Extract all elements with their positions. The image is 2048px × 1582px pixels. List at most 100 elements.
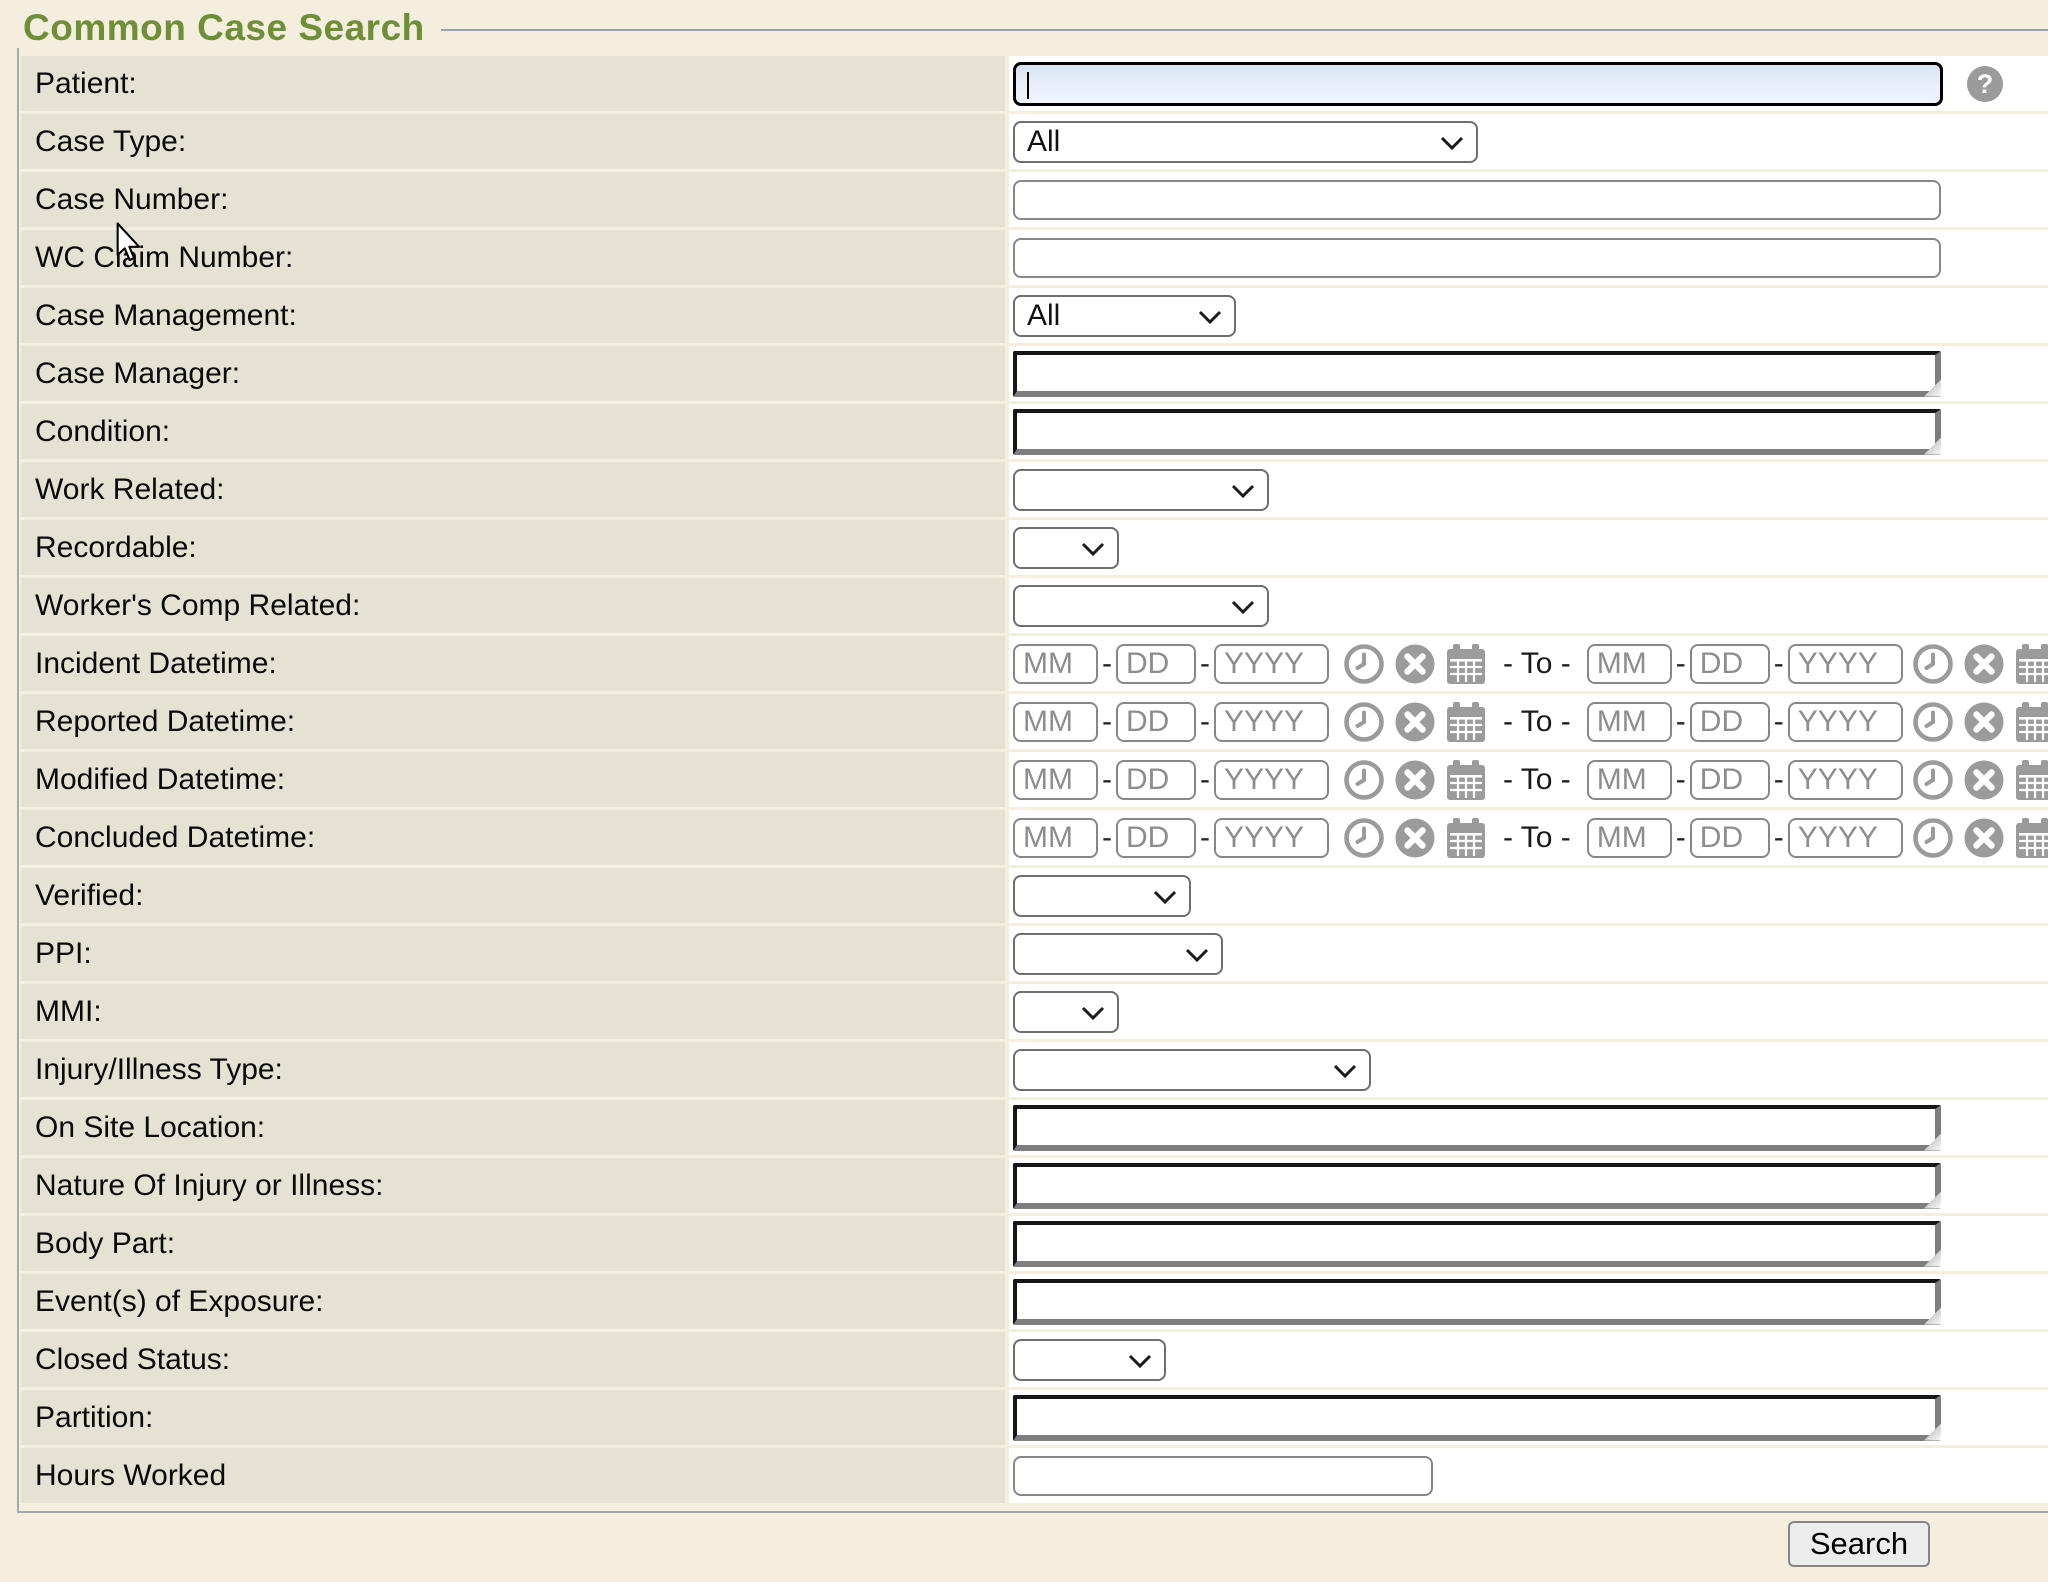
patient-input-field[interactable] <box>1016 65 1940 103</box>
reported-to-dd-input[interactable] <box>1690 702 1770 742</box>
closed-status-select[interactable] <box>1013 1339 1166 1381</box>
body-part-label: Body Part: <box>21 1216 1005 1271</box>
date-range-to-label: - To - <box>1503 821 1571 855</box>
reported-to-calendar-icon[interactable] <box>2014 701 2048 743</box>
concluded-from-mm-input[interactable] <box>1013 818 1098 858</box>
partition-input[interactable] <box>1013 1395 1941 1441</box>
partition-label: Partition: <box>21 1390 1005 1445</box>
workers-comp-related-select[interactable] <box>1013 585 1269 627</box>
reported-from-clear-icon[interactable] <box>1394 701 1436 743</box>
incident-from-dd-input[interactable] <box>1116 644 1196 684</box>
concluded-from-yyyy-input[interactable] <box>1214 818 1329 858</box>
date-range-to-label: - To - <box>1503 705 1571 739</box>
search-form-table: Patient: ? Case Type: All Case Number: W… <box>21 56 2048 1503</box>
reported-from-calendar-icon[interactable] <box>1445 701 1487 743</box>
reported-to-clear-icon[interactable] <box>1963 701 2005 743</box>
field-row-concluded-datetime: Concluded Datetime: - - - To - - - <box>21 810 2048 865</box>
reported-to-mm-input[interactable] <box>1587 702 1672 742</box>
work-related-select[interactable] <box>1013 469 1269 511</box>
modified-from-dd-input[interactable] <box>1116 760 1196 800</box>
body-part-input[interactable] <box>1013 1221 1941 1267</box>
modified-from-calendar-icon[interactable] <box>1445 759 1487 801</box>
reported-datetime-label: Reported Datetime: <box>21 694 1005 749</box>
patient-input[interactable] <box>1013 62 1943 106</box>
case-management-select[interactable]: All <box>1013 295 1236 337</box>
partition-input-field[interactable] <box>1017 1399 1935 1435</box>
modified-to-clear-icon[interactable] <box>1963 759 2005 801</box>
events-of-exposure-input-field[interactable] <box>1017 1283 1935 1319</box>
modified-from-time-icon[interactable] <box>1343 759 1385 801</box>
concluded-to-time-icon[interactable] <box>1912 817 1954 859</box>
ppi-label: PPI: <box>21 926 1005 981</box>
case-number-input[interactable] <box>1013 180 1941 220</box>
reported-from-mm-input[interactable] <box>1013 702 1098 742</box>
modified-to-calendar-icon[interactable] <box>2014 759 2048 801</box>
nature-of-injury-input-field[interactable] <box>1017 1167 1935 1203</box>
case-type-select[interactable]: All <box>1013 121 1478 163</box>
concluded-from-dd-input[interactable] <box>1116 818 1196 858</box>
injury-illness-type-select[interactable] <box>1013 1049 1371 1091</box>
concluded-to-clear-icon[interactable] <box>1963 817 2005 859</box>
common-case-search-panel: Patient: ? Case Type: All Case Number: W… <box>17 48 2048 1513</box>
ppi-select[interactable] <box>1013 933 1223 975</box>
concluded-to-calendar-icon[interactable] <box>2014 817 2048 859</box>
on-site-location-input[interactable] <box>1013 1105 1941 1151</box>
incident-to-clear-icon[interactable] <box>1963 643 2005 685</box>
help-icon[interactable]: ? <box>1967 66 2003 102</box>
modified-from-clear-icon[interactable] <box>1394 759 1436 801</box>
incident-to-yyyy-input[interactable] <box>1788 644 1903 684</box>
date-separator: - <box>1774 763 1784 797</box>
condition-input[interactable] <box>1013 409 1941 455</box>
date-separator: - <box>1102 821 1112 855</box>
concluded-from-time-icon[interactable] <box>1343 817 1385 859</box>
reported-from-dd-input[interactable] <box>1116 702 1196 742</box>
concluded-from-clear-icon[interactable] <box>1394 817 1436 859</box>
modified-to-yyyy-input[interactable] <box>1788 760 1903 800</box>
date-range-to-label: - To - <box>1503 647 1571 681</box>
concluded-to-dd-input[interactable] <box>1690 818 1770 858</box>
field-row-condition: Condition: <box>21 404 2048 459</box>
verified-select[interactable] <box>1013 875 1191 917</box>
incident-from-clear-icon[interactable] <box>1394 643 1436 685</box>
incident-to-mm-input[interactable] <box>1587 644 1672 684</box>
incident-to-calendar-icon[interactable] <box>2014 643 2048 685</box>
events-of-exposure-input[interactable] <box>1013 1279 1941 1325</box>
concluded-to-mm-input[interactable] <box>1587 818 1672 858</box>
incident-to-time-icon[interactable] <box>1912 643 1954 685</box>
modified-to-dd-input[interactable] <box>1690 760 1770 800</box>
hours-worked-input[interactable] <box>1013 1456 1433 1496</box>
incident-from-mm-input[interactable] <box>1013 644 1098 684</box>
incident-to-dd-input[interactable] <box>1690 644 1770 684</box>
modified-from-mm-input[interactable] <box>1013 760 1098 800</box>
chevron-down-icon <box>1128 1354 1152 1368</box>
case-manager-input-field[interactable] <box>1017 355 1935 391</box>
modified-from-yyyy-input[interactable] <box>1214 760 1329 800</box>
on-site-location-input-field[interactable] <box>1017 1109 1935 1145</box>
recordable-select[interactable] <box>1013 527 1119 569</box>
condition-input-field[interactable] <box>1017 413 1935 449</box>
field-row-case-management: Case Management: All <box>21 288 2048 343</box>
search-button[interactable]: Search <box>1788 1521 1930 1567</box>
mmi-select[interactable] <box>1013 991 1119 1033</box>
body-part-input-field[interactable] <box>1017 1225 1935 1261</box>
reported-to-time-icon[interactable] <box>1912 701 1954 743</box>
reported-to-yyyy-input[interactable] <box>1788 702 1903 742</box>
concluded-to-yyyy-input[interactable] <box>1788 818 1903 858</box>
concluded-from-calendar-icon[interactable] <box>1445 817 1487 859</box>
incident-from-time-icon[interactable] <box>1343 643 1385 685</box>
date-separator: - <box>1676 763 1686 797</box>
reported-from-time-icon[interactable] <box>1343 701 1385 743</box>
field-row-recordable: Recordable: <box>21 520 2048 575</box>
reported-from-yyyy-input[interactable] <box>1214 702 1329 742</box>
field-row-workers-comp-related: Worker's Comp Related: <box>21 578 2048 633</box>
incident-from-yyyy-input[interactable] <box>1214 644 1329 684</box>
modified-to-time-icon[interactable] <box>1912 759 1954 801</box>
nature-of-injury-input[interactable] <box>1013 1163 1941 1209</box>
case-manager-input[interactable] <box>1013 351 1941 397</box>
modified-to-mm-input[interactable] <box>1587 760 1672 800</box>
concluded-datetime-label: Concluded Datetime: <box>21 810 1005 865</box>
wc-claim-number-input[interactable] <box>1013 238 1941 278</box>
case-type-label: Case Type: <box>21 114 1005 169</box>
incident-from-calendar-icon[interactable] <box>1445 643 1487 685</box>
date-separator: - <box>1200 763 1210 797</box>
